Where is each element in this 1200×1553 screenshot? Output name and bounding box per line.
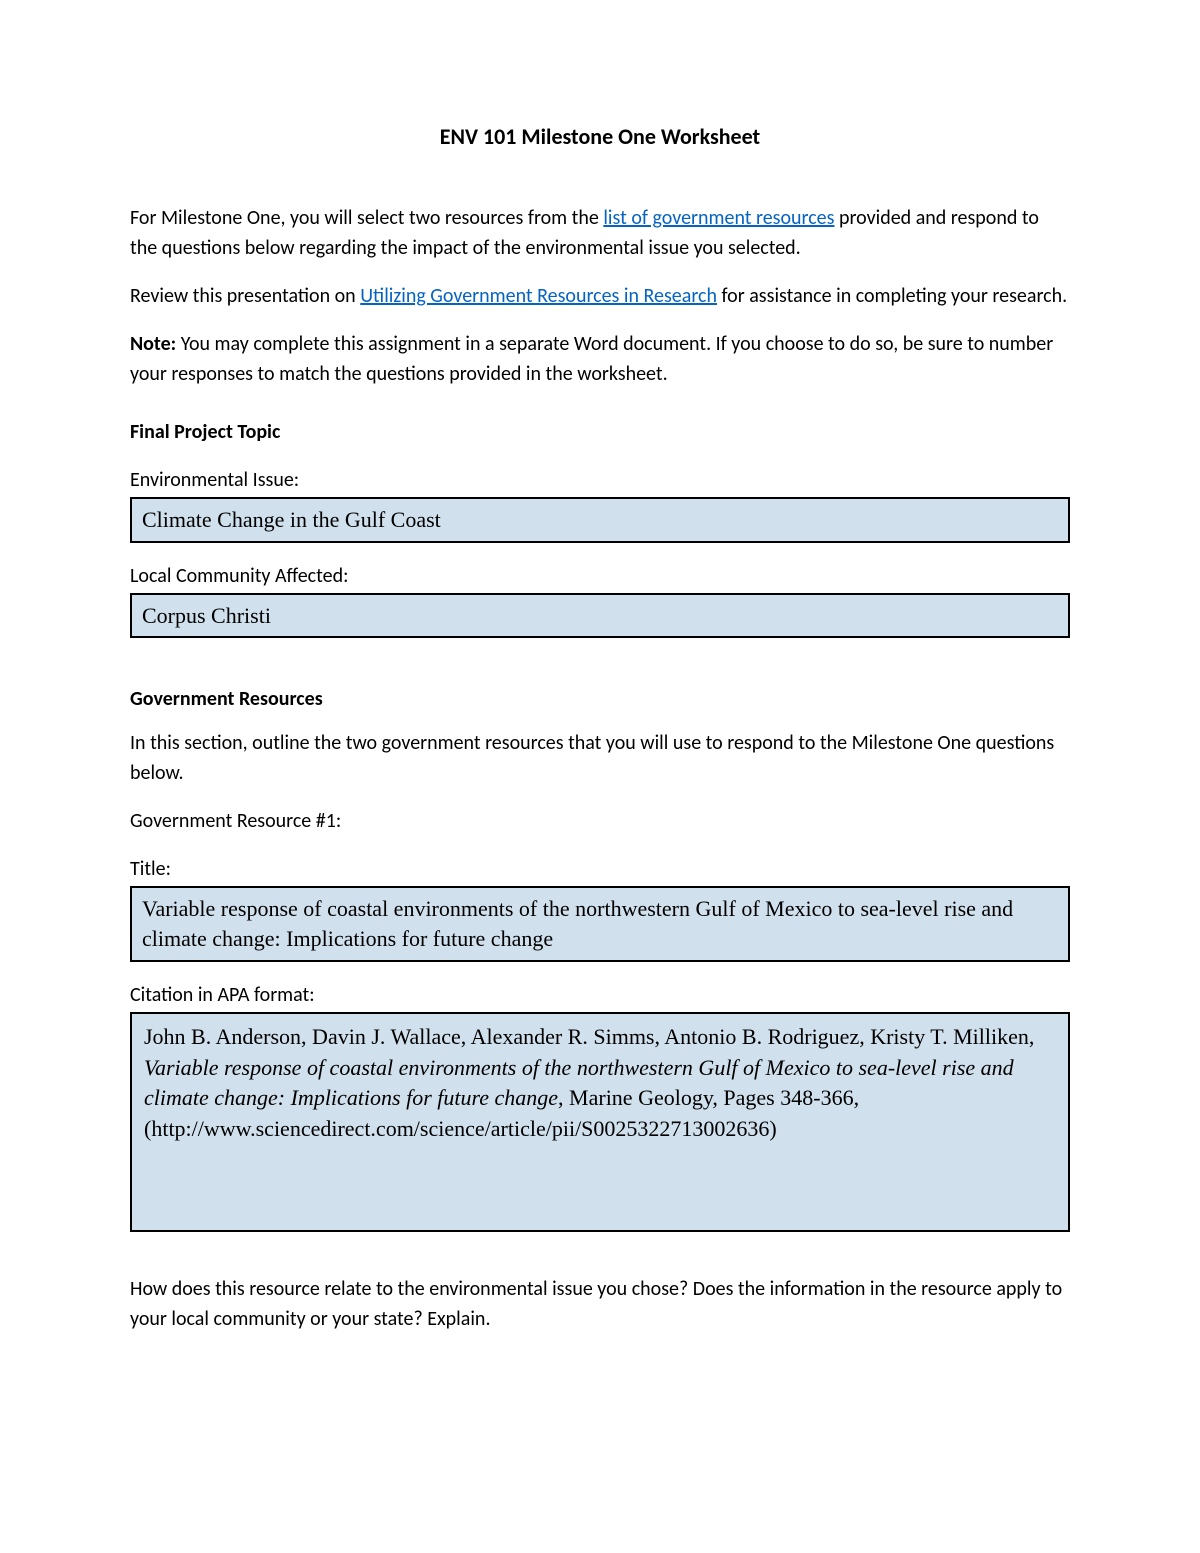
relate-question: How does this resource relate to the env… — [130, 1274, 1070, 1334]
env-issue-input[interactable]: Climate Change in the Gulf Coast — [130, 497, 1070, 543]
intro-text-1: For Milestone One, you will select two r… — [130, 206, 603, 230]
resource-title-input[interactable]: Variable response of coastal environment… — [130, 886, 1070, 961]
gov-resources-link[interactable]: list of government resources — [603, 206, 834, 230]
citation-label: Citation in APA format: — [130, 980, 1070, 1010]
final-project-header: Final Project Topic — [130, 417, 1070, 447]
community-input[interactable]: Corpus Christi — [130, 593, 1070, 639]
note-text: You may complete this assignment in a se… — [130, 332, 1053, 386]
note-label: Note: — [130, 332, 176, 356]
citation-input[interactable]: John B. Anderson, Davin J. Wallace, Alex… — [130, 1012, 1070, 1232]
note-paragraph: Note: You may complete this assignment i… — [130, 329, 1070, 389]
gov-resources-intro: In this section, outline the two governm… — [130, 728, 1070, 788]
document-title: ENV 101 Milestone One Worksheet — [130, 120, 1070, 153]
gov-resources-header: Government Resources — [130, 684, 1070, 714]
review-text-2: for assistance in completing your resear… — [717, 284, 1067, 308]
intro-paragraph: For Milestone One, you will select two r… — [130, 203, 1070, 263]
review-paragraph: Review this presentation on Utilizing Go… — [130, 281, 1070, 311]
utilizing-resources-link[interactable]: Utilizing Government Resources in Resear… — [360, 284, 717, 308]
review-text-1: Review this presentation on — [130, 284, 360, 308]
title-label: Title: — [130, 854, 1070, 884]
community-label: Local Community Affected: — [130, 561, 1070, 591]
resource-1-label: Government Resource #1: — [130, 806, 1070, 836]
env-issue-label: Environmental Issue: — [130, 465, 1070, 495]
citation-authors: John B. Anderson, Davin J. Wallace, Alex… — [144, 1024, 1034, 1049]
